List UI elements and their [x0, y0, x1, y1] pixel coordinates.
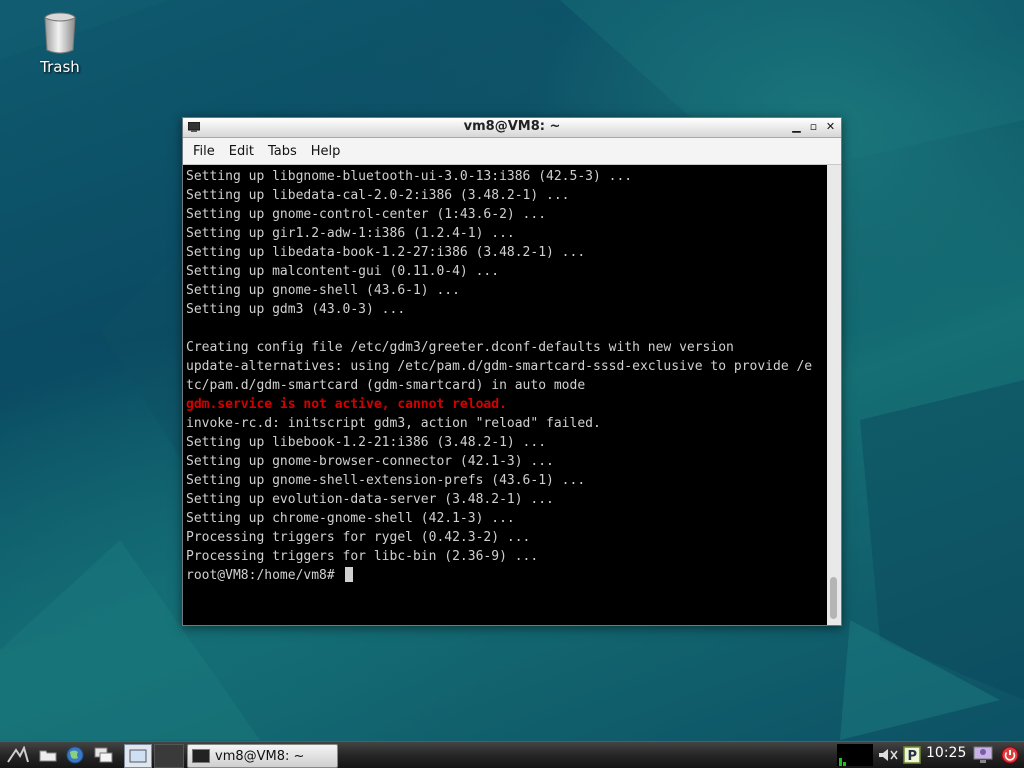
maximize-button[interactable]: ▫ — [807, 120, 820, 134]
terminal-cursor — [344, 567, 353, 582]
terminal-line: Setting up gnome-shell-extension-prefs (… — [186, 473, 586, 488]
window-titlebar[interactable]: vm8@VM8: ~ ▁ ▫ ✕ — [183, 118, 841, 138]
terminal-task-icon — [192, 749, 210, 763]
terminal-output[interactable]: Setting up libgnome-bluetooth-ui-3.0-13:… — [183, 165, 827, 625]
terminal-line: Setting up evolution-data-server (3.48.2… — [186, 492, 554, 507]
p-badge-icon: P — [903, 746, 921, 764]
menu-edit[interactable]: Edit — [222, 144, 261, 159]
lxde-logo-icon — [7, 746, 29, 763]
browser-launcher[interactable] — [64, 744, 86, 766]
terminal-line: Setting up gnome-control-center (1:43.6-… — [186, 207, 547, 222]
minimize-button[interactable]: ▁ — [790, 120, 803, 134]
terminal-line: Setting up gnome-browser-connector (42.1… — [186, 454, 554, 469]
menu-tabs[interactable]: Tabs — [261, 144, 304, 159]
terminal-line: Setting up chrome-gnome-shell (42.1-3) .… — [186, 511, 515, 526]
taskbar-clock[interactable]: 10:25 — [926, 745, 966, 761]
desktop-1-button[interactable] — [124, 744, 152, 768]
taskbar: vm8@VM8: ~ P 10:25 — [0, 741, 1024, 768]
trash-label: Trash — [40, 58, 80, 76]
trash-icon — [44, 12, 76, 54]
presentation-mode-button[interactable]: P — [902, 744, 922, 766]
scrollbar-thumb[interactable] — [830, 577, 837, 619]
terminal-line: Setting up libedata-cal-2.0-2:i386 (3.48… — [186, 188, 570, 203]
close-button[interactable]: ✕ — [824, 120, 837, 134]
terminal-line: Setting up gnome-shell (43.6-1) ... — [186, 283, 460, 298]
terminal-line: Setting up libgnome-bluetooth-ui-3.0-13:… — [186, 169, 633, 184]
terminal-line: Setting up libedata-book-1.2-27:i386 (3.… — [186, 245, 586, 260]
terminal-line: invoke-rc.d: initscript gdm3, action "re… — [186, 416, 601, 431]
menu-help[interactable]: Help — [304, 144, 348, 159]
monitor-user-icon — [973, 746, 993, 763]
terminal-line: Setting up malcontent-gui (0.11.0-4) ... — [186, 264, 500, 279]
desktop-icon — [129, 749, 147, 763]
terminal-line: Setting up gir1.2-adw-1:i386 (1.2.4-1) .… — [186, 226, 515, 241]
user-menu-button[interactable] — [972, 744, 994, 766]
globe-icon — [66, 746, 84, 764]
start-menu-button[interactable] — [4, 744, 32, 766]
terminal-prompt: root@VM8:/home/vm8# — [186, 568, 343, 583]
terminal-line: Processing triggers for libc-bin (2.36-9… — [186, 549, 539, 564]
trash-desktop-icon[interactable]: Trash — [30, 12, 90, 76]
menu-file[interactable]: File — [186, 144, 222, 159]
folder-icon — [39, 750, 57, 762]
svg-text:P: P — [908, 749, 918, 764]
speaker-icon — [879, 749, 898, 761]
terminal-line: Setting up libebook-1.2-21:i386 (3.48.2-… — [186, 435, 547, 450]
file-manager-launcher[interactable] — [38, 744, 58, 766]
desktop-2-button[interactable] — [154, 744, 184, 768]
terminal-prompt-line[interactable]: root@VM8:/home/vm8# — [186, 566, 825, 585]
terminal-scrollbar[interactable] — [827, 165, 841, 625]
cpu-graph-icon — [839, 758, 846, 766]
cpu-monitor — [837, 744, 873, 766]
terminal-error-line: gdm.service is not active, cannot reload… — [186, 397, 507, 412]
task-terminal-label: vm8@VM8: ~ — [215, 748, 305, 764]
task-terminal-button[interactable]: vm8@VM8: ~ — [187, 744, 338, 768]
terminal-window[interactable]: vm8@VM8: ~ ▁ ▫ ✕ File Edit Tabs Help Set… — [182, 117, 842, 626]
terminal-line: Creating config file /etc/gdm3/greeter.d… — [186, 340, 734, 355]
power-icon — [1001, 746, 1019, 764]
menubar: File Edit Tabs Help — [183, 138, 841, 165]
terminal-line: tc/pam.d/gdm-smartcard (gdm-smartcard) i… — [186, 378, 586, 393]
shutdown-button[interactable] — [999, 744, 1021, 766]
terminal-line: Processing triggers for rygel (0.42.3-2)… — [186, 530, 531, 545]
windows-icon — [94, 747, 113, 763]
terminal-line: Setting up gdm3 (43.0-3) ... — [186, 302, 406, 317]
terminal-line: update-alternatives: using /etc/pam.d/gd… — [186, 359, 813, 374]
workspace-switcher-launcher[interactable] — [93, 744, 115, 766]
volume-control[interactable] — [876, 744, 900, 766]
window-title: vm8@VM8: ~ — [463, 119, 561, 134]
